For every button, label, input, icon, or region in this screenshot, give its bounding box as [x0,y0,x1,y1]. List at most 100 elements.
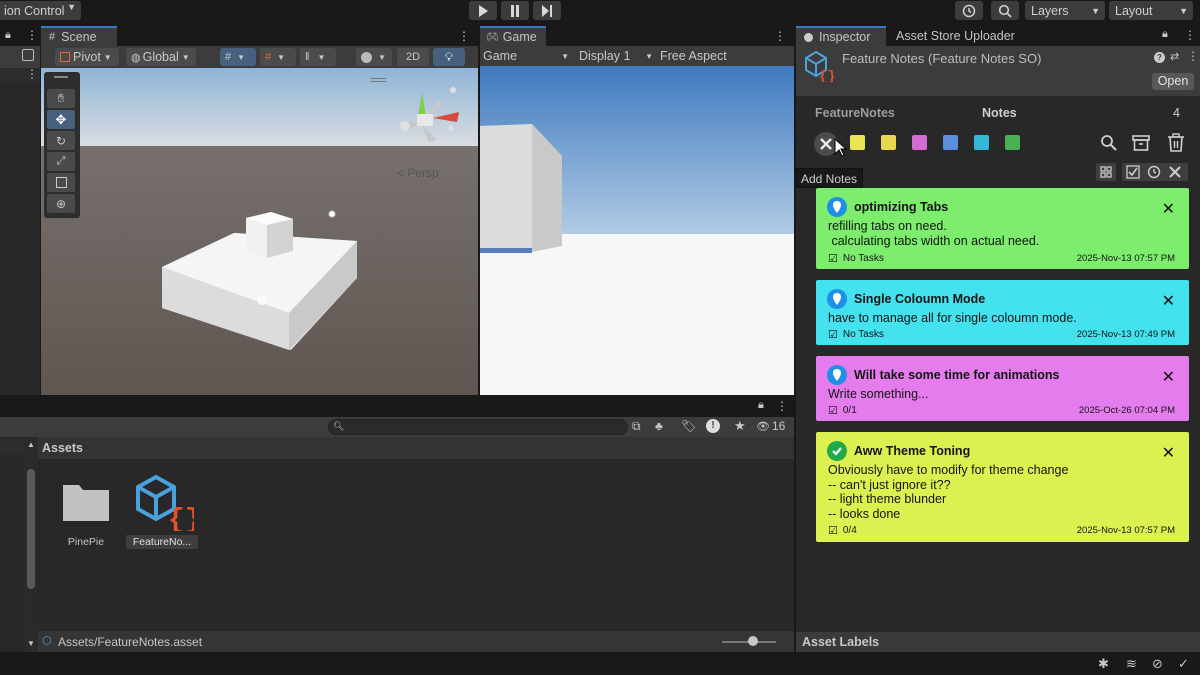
close-icon[interactable] [1168,165,1182,179]
tab-asset-store-uploader[interactable]: Asset Store Uploader [888,26,1028,46]
increment-snap-toggle[interactable]: # ▼ [260,48,296,66]
note-title[interactable]: optimizing Tabs [854,200,948,214]
close-icon[interactable]: ✕ [1162,443,1175,463]
note-tasks[interactable]: ☑ 0/4 [828,524,857,537]
align-toggle[interactable]: ‖ ▼ [300,48,336,66]
filter-type-icon[interactable]: ♣ [655,419,663,433]
scroll-down-icon[interactable]: ▼ [27,639,35,648]
kebab-menu-icon[interactable]: ⋮ [774,29,786,43]
pivot-dropdown[interactable]: Pivot ▼ [55,48,119,66]
check-circle-icon[interactable]: ✓ [1178,656,1189,672]
play-button[interactable] [469,1,497,20]
lighting-toggle[interactable]: 💡︎ [433,48,465,66]
close-icon[interactable]: ✕ [1162,367,1175,387]
asset-item-featurenotes[interactable]: {} FeatureNo... [126,473,198,551]
auto-generate-icon[interactable]: ⊘ [1152,656,1163,672]
hand-tool-button[interactable]: ✋︎ [47,89,75,108]
help-icon[interactable]: ? [1154,52,1165,63]
kebab-menu-icon[interactable]: ⋮ [458,29,470,43]
color-swatch-amber[interactable] [881,135,896,150]
note-title[interactable]: Aww Theme Toning [854,444,970,458]
note-card[interactable]: optimizing Tabs ✕ refilling tabs on need… [816,188,1189,269]
kebab-menu-icon[interactable]: ⋮ [776,399,788,413]
kebab-menu-icon[interactable]: ⋮ [26,67,38,81]
create-icon[interactable] [22,49,34,61]
grid-snap-toggle[interactable]: # ▼ [220,48,256,66]
tab-game[interactable]: 🎮︎ Game [480,26,546,46]
color-swatch-blue[interactable] [943,135,958,150]
zoom-slider-thumb[interactable] [748,636,758,646]
asset-item-folder[interactable]: PinePie [58,479,114,551]
2d-toggle[interactable]: 2D [397,48,429,66]
asset-labels-bar[interactable]: Asset Labels [796,632,1200,652]
note-body[interactable]: Obviously have to modify for theme chang… [828,463,1068,521]
database-icon[interactable]: ≋ [1126,656,1137,672]
game-viewport[interactable] [480,66,794,395]
grid-view-button[interactable] [1096,163,1116,181]
pause-button[interactable] [501,1,529,20]
search-icon[interactable] [1100,134,1118,152]
transform-tool-button[interactable]: ⊕ [47,194,75,213]
checkbox-filter-icon[interactable] [1126,165,1140,179]
assets-title[interactable]: Assets [42,441,83,455]
gizmo-menu-handle[interactable] [370,78,386,82]
tab-inspector[interactable]: Inspector [796,26,886,46]
open-button[interactable]: Open [1152,73,1194,90]
scroll-up-icon[interactable]: ▲ [27,440,35,449]
preset-icon[interactable]: ⇄ [1170,50,1179,63]
search-button[interactable] [991,1,1019,20]
close-icon[interactable]: ✕ [1162,199,1175,219]
hidden-packages-toggle[interactable]: 👁︎ 16 [756,419,785,433]
display-dropdown[interactable]: Display 1 ▼ [579,48,653,64]
version-control-dropdown[interactable]: ion Control ▼ [0,1,81,20]
lock-icon[interactable]: 🔒︎ [5,29,11,42]
project-tree-row[interactable] [0,439,24,455]
close-icon[interactable]: ✕ [1162,291,1175,311]
orientation-gizmo[interactable] [391,82,467,152]
info-icon[interactable]: ! [706,419,720,433]
rotate-tool-button[interactable]: ↻ [47,131,75,150]
layers-dropdown[interactable]: Layers ▼ [1025,1,1105,20]
move-tool-button[interactable]: ✥ [47,110,75,129]
note-tasks[interactable]: ☑ 0/1 [828,404,857,417]
drag-handle[interactable] [54,76,68,78]
color-swatch-green[interactable] [1005,135,1020,150]
tab-scene[interactable]: # Scene [41,26,117,46]
history-button[interactable] [955,1,983,20]
scene-viewport[interactable]: ✋︎ ✥ ↻ ⤢ ⊕ < Persp [41,68,478,395]
kebab-menu-icon[interactable]: ⋮ [1187,49,1199,63]
step-button[interactable] [533,1,561,20]
kebab-menu-icon[interactable]: ⋮ [26,28,38,42]
note-title[interactable]: Single Coloumn Mode [854,292,985,306]
rect-tool-button[interactable] [47,173,75,192]
scale-tool-button[interactable]: ⤢ [47,152,75,171]
trash-icon[interactable] [1167,133,1185,152]
note-body[interactable]: refilling tabs on need. calculating tabs… [828,219,1039,248]
note-card[interactable]: Will take some time for animations ✕ Wri… [816,356,1189,421]
lock-icon[interactable]: 🔒︎ [758,399,764,412]
game-dropdown[interactable]: Game ▼ [483,48,571,64]
favorite-star-icon[interactable]: ★ [734,418,746,434]
draw-mode-dropdown[interactable]: ▼ [356,48,392,66]
note-card[interactable]: Single Coloumn Mode ✕ have to manage all… [816,280,1189,345]
note-card[interactable]: Aww Theme Toning ✕ Obviously have to mod… [816,432,1189,542]
scrollbar-thumb[interactable] [27,469,35,589]
kebab-menu-icon[interactable]: ⋮ [1184,28,1196,42]
note-tasks[interactable]: ☑ No Tasks [828,252,884,265]
global-dropdown[interactable]: ◍ Global ▼ [126,48,196,66]
tree-scrollbar[interactable]: ▲ ▼ [24,437,38,652]
archive-icon[interactable] [1132,134,1150,152]
color-swatch-purple[interactable] [912,135,927,150]
note-body[interactable]: have to manage all for single coloumn mo… [828,311,1077,326]
clock-icon[interactable] [1147,165,1161,179]
note-tasks[interactable]: ☑ No Tasks [828,328,884,341]
layout-dropdown[interactable]: Layout ▼ [1109,1,1193,20]
bug-icon[interactable]: ✱ [1098,656,1109,672]
color-swatch-cyan[interactable] [974,135,989,150]
search-by-type-icon[interactable]: ⧉ [632,419,641,434]
aspect-dropdown[interactable]: Free Aspect [660,48,750,64]
label-tag-icon[interactable]: 🏷︎ [681,419,696,433]
persp-label[interactable]: < Persp [397,166,439,180]
lock-icon[interactable]: 🔒︎ [1162,28,1168,41]
note-title[interactable]: Will take some time for animations [854,368,1060,382]
